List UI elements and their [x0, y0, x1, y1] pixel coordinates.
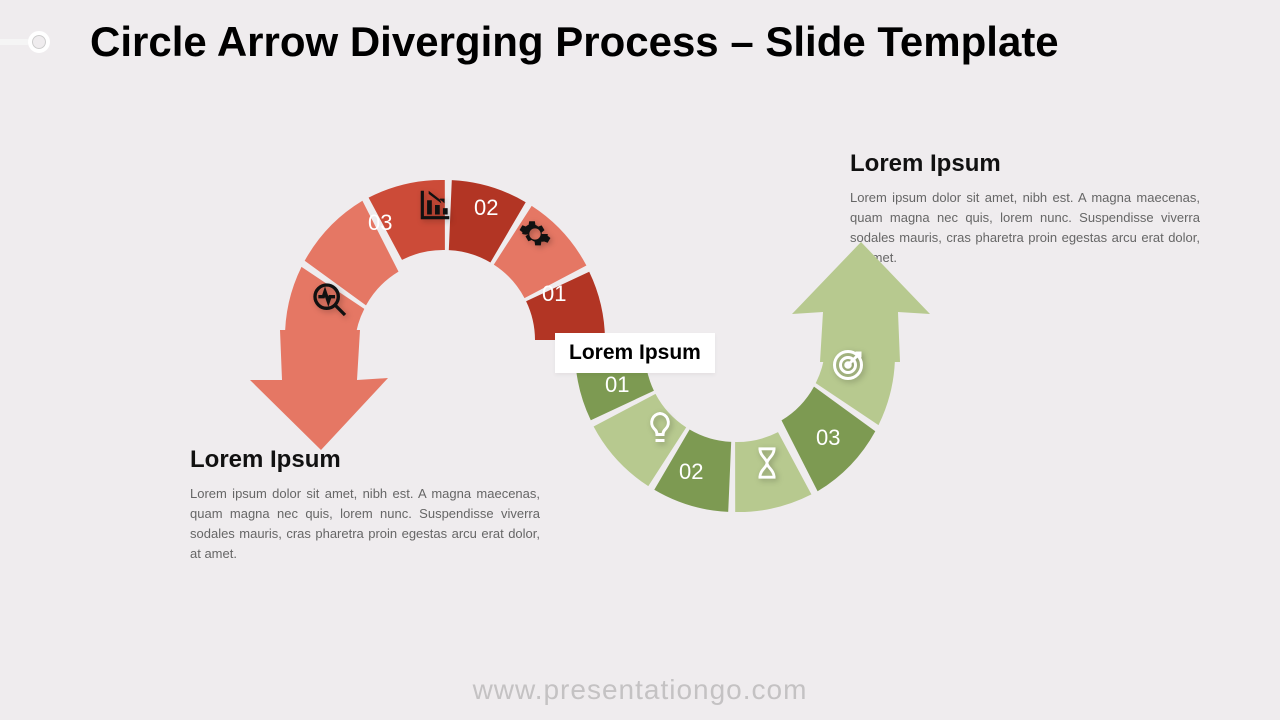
- green-arrowhead: [792, 242, 930, 362]
- red-half-ring: [285, 180, 605, 340]
- green-half-ring: [575, 352, 895, 512]
- red-arrowhead: [250, 330, 388, 450]
- page-title: Circle Arrow Diverging Process – Slide T…: [90, 18, 1270, 66]
- title-decoration: [0, 30, 50, 54]
- center-label: Lorem Ipsum: [555, 333, 715, 373]
- footer-url: www.presentationgo.com: [0, 674, 1280, 706]
